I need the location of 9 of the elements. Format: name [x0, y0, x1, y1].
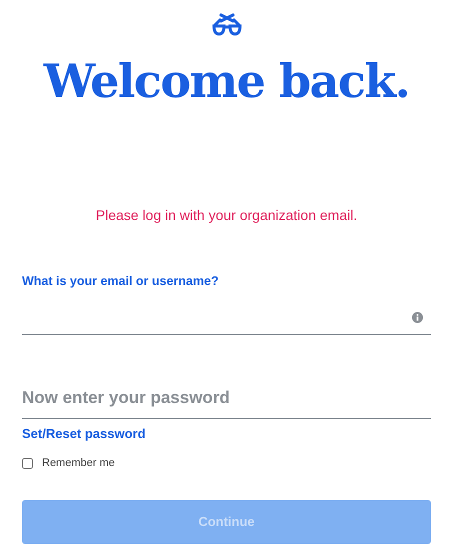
glasses-icon [210, 12, 242, 36]
remember-me-label: Remember me [42, 456, 115, 472]
welcome-heading: Welcome back. [44, 58, 410, 104]
reset-password-link[interactable]: Set/Reset password [22, 424, 146, 444]
info-icon [412, 312, 423, 323]
password-field[interactable]: Now enter your password [22, 378, 431, 419]
login-notice: Please log in with your organization email. [96, 206, 358, 225]
remember-me-checkbox[interactable] [22, 458, 33, 469]
email-label: What is your email or username? [22, 273, 219, 290]
